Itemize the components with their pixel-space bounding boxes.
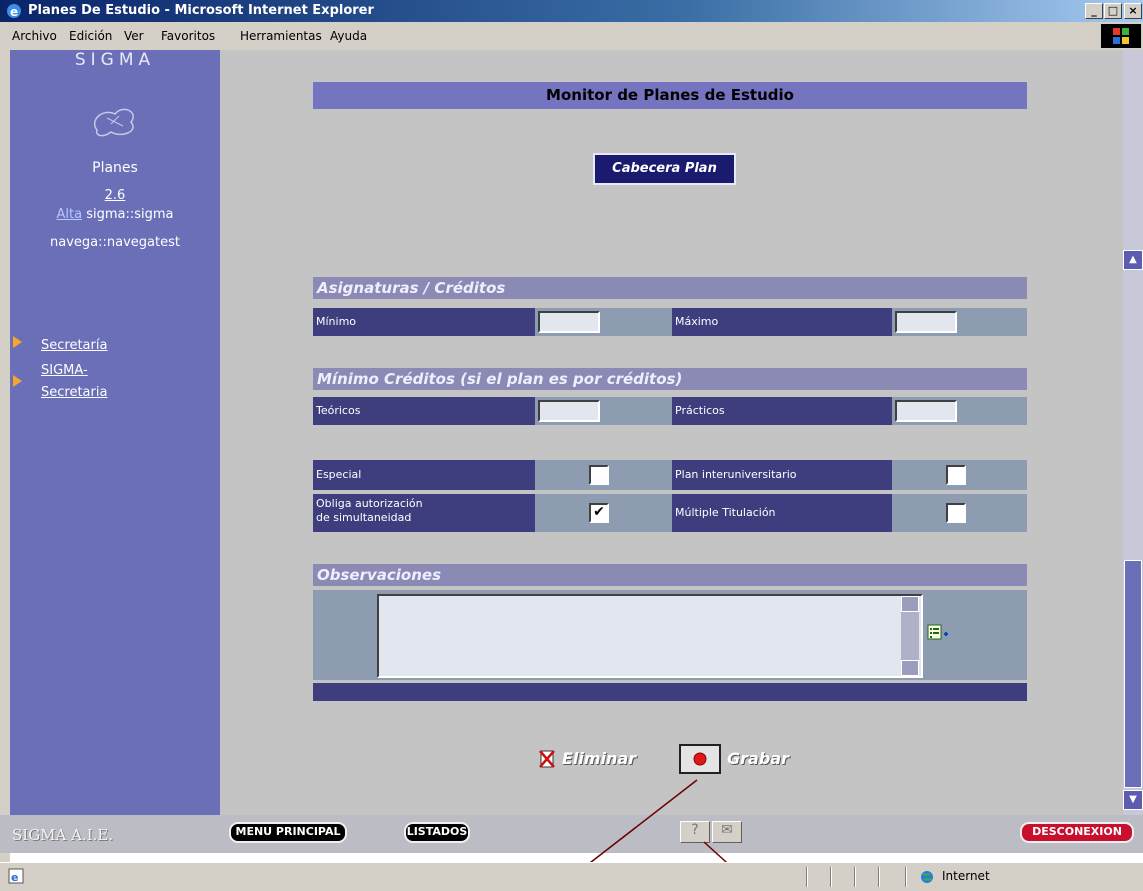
- divider: [905, 867, 907, 887]
- globe-icon: [921, 871, 933, 883]
- page-icon: e: [8, 868, 24, 884]
- divider: [878, 867, 880, 887]
- divider: [830, 867, 832, 887]
- zone-label: Internet: [942, 869, 990, 883]
- status-bar: e Internet: [0, 862, 1143, 891]
- divider: [854, 867, 856, 887]
- svg-text:e: e: [11, 871, 18, 884]
- annotation-lines: [554, 779, 758, 890]
- divider: [806, 867, 808, 887]
